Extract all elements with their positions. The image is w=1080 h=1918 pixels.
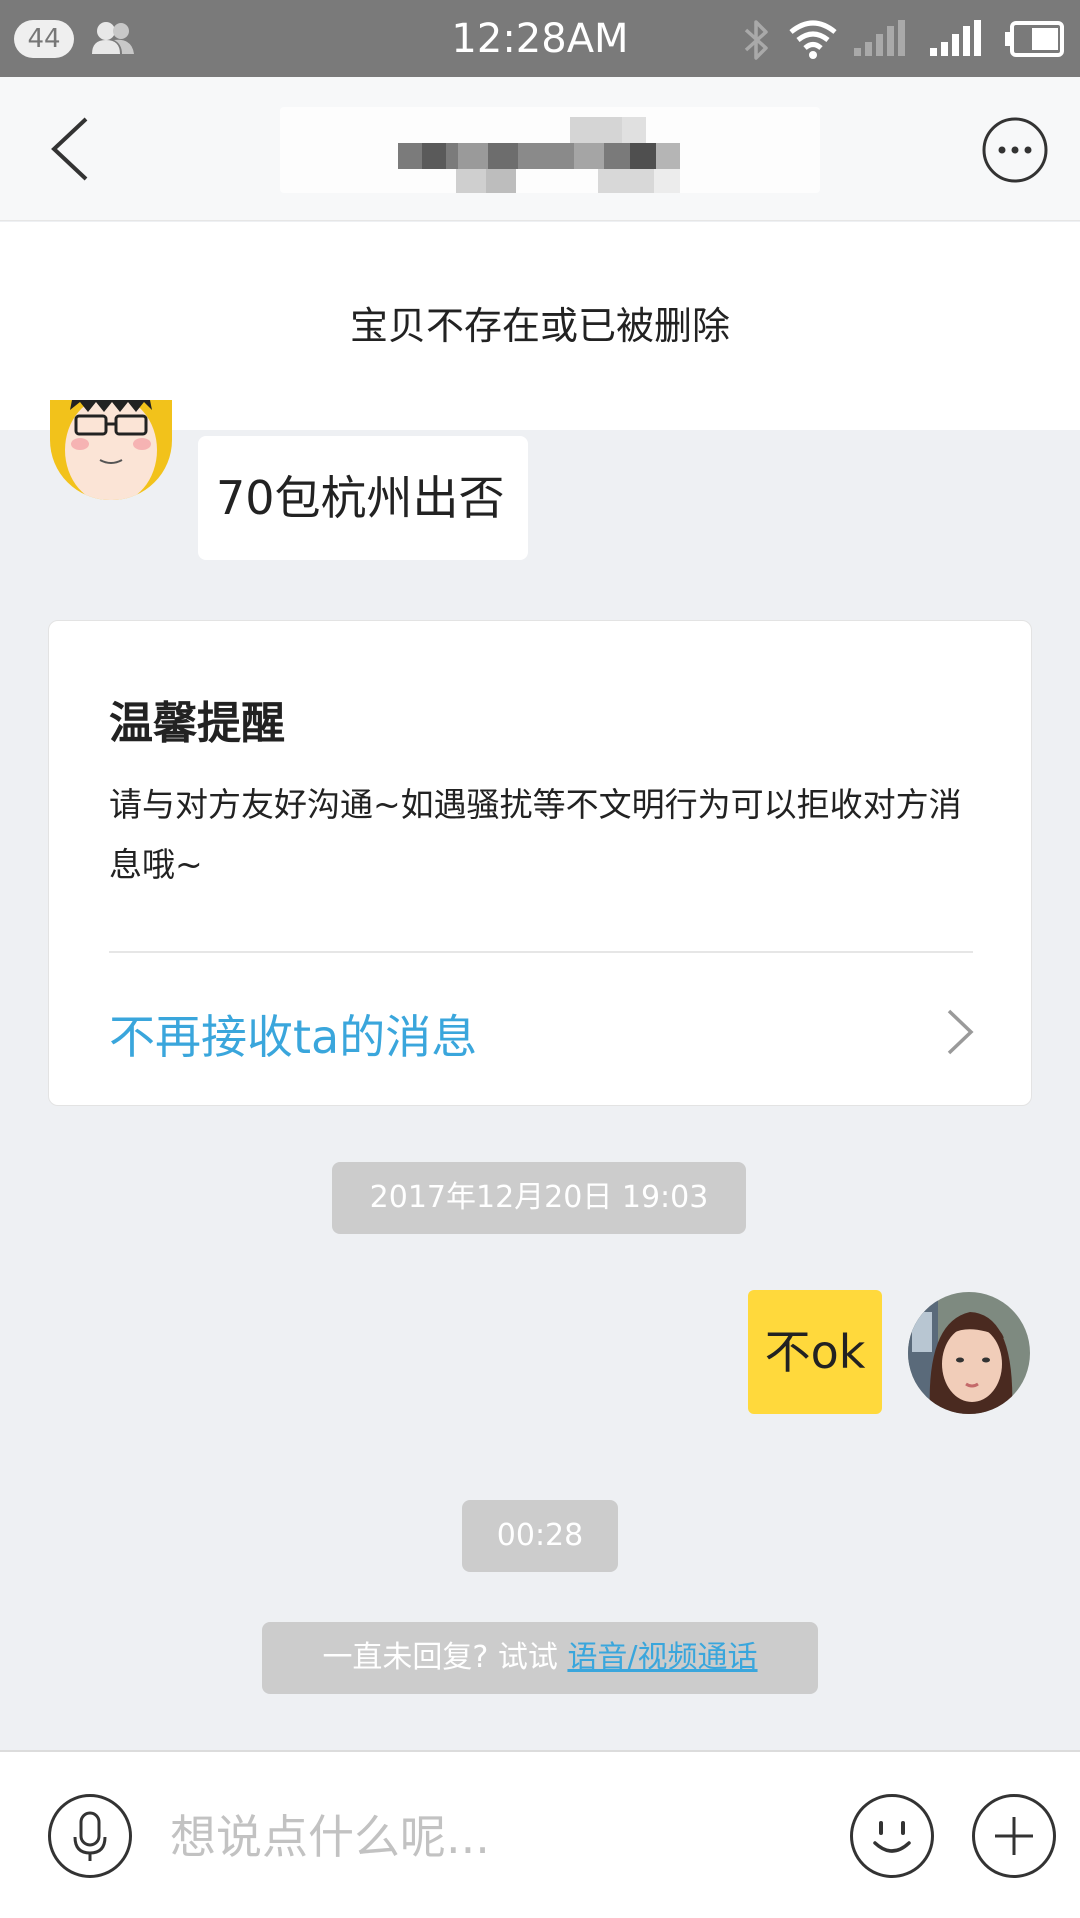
- signal-icon: [854, 20, 905, 56]
- more-icon[interactable]: [982, 117, 1048, 183]
- reminder-title: 温馨提醒: [109, 698, 285, 749]
- call-duration: 00:28: [462, 1500, 618, 1572]
- emoji-icon: [873, 1821, 911, 1853]
- block-messages-label: 不再接收ta的消息: [109, 1010, 478, 1064]
- bluetooth-icon: [744, 20, 768, 60]
- reminder-body: 请与对方友好沟通~如遇骚扰等不文明行为可以拒收对方消息哦~: [109, 785, 962, 884]
- my-avatar-image: [908, 1292, 1030, 1414]
- plus-icon: [995, 1817, 1033, 1855]
- emoji-button[interactable]: [850, 1794, 934, 1878]
- chevron-left-icon[interactable]: [46, 115, 94, 183]
- microphone-icon: [73, 1811, 107, 1861]
- other-user-avatar-image: [50, 400, 172, 500]
- call-hint: 一直未回复? 试试 语音/视频通话: [262, 1622, 818, 1694]
- voice-button[interactable]: [48, 1794, 132, 1878]
- status-bar: 44 12:28AM: [0, 0, 1080, 77]
- block-messages-button[interactable]: 不再接收ta的消息: [49, 953, 1033, 1107]
- avatar[interactable]: [50, 400, 172, 500]
- message-bubble-incoming[interactable]: 70包杭州出否: [198, 436, 528, 560]
- more-actions-button[interactable]: [972, 1794, 1056, 1878]
- call-hint-text: 一直未回复? 试试: [322, 1640, 568, 1675]
- wifi-icon: [789, 20, 837, 59]
- chevron-right-icon: [947, 1009, 974, 1055]
- timestamp: 2017年12月20日 19:03: [332, 1162, 746, 1234]
- nav-bar: [0, 77, 1080, 221]
- signal-icon: [930, 20, 981, 56]
- page-title: [280, 107, 820, 193]
- status-time: 12:28AM: [451, 16, 629, 62]
- reminder-card: 温馨提醒 请与对方友好沟通~如遇骚扰等不文明行为可以拒收对方消息哦~ 不再接收t…: [48, 620, 1032, 1106]
- battery-icon: [1005, 21, 1064, 57]
- message-bubble-outgoing[interactable]: 不ok: [748, 1290, 882, 1414]
- voice-video-call-link[interactable]: 语音/视频通话: [567, 1640, 757, 1675]
- input-bar: [0, 1750, 1080, 1918]
- message-input[interactable]: [170, 1792, 810, 1882]
- item-status-banner[interactable]: 宝贝不存在或已被删除: [0, 222, 1080, 430]
- avatar[interactable]: [908, 1292, 1030, 1414]
